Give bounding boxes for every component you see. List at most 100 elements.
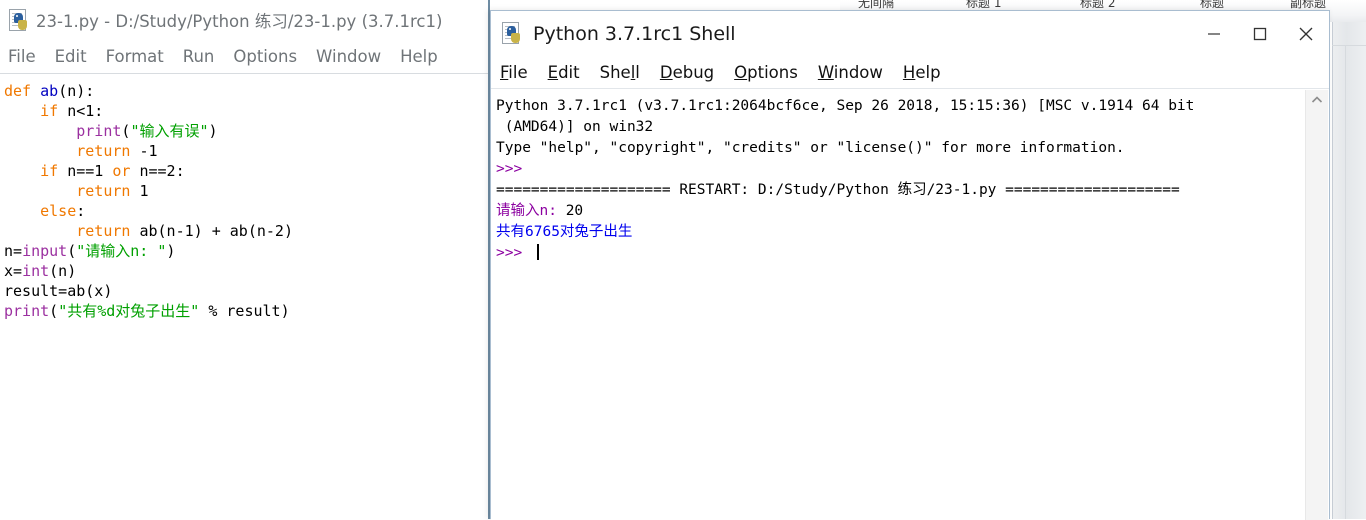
code-token: (n): xyxy=(58,82,95,100)
shell-token: Type "help", "copyright", "credits" or "… xyxy=(496,140,1125,156)
editor-menu-window[interactable]: Window xyxy=(316,47,381,66)
shell-token: Python 3.7.1rc1 (v3.7.1rc1:2064bcf6ce, S… xyxy=(496,98,1195,114)
code-token: % result) xyxy=(199,302,290,320)
minimize-button[interactable] xyxy=(1191,11,1237,57)
close-button[interactable] xyxy=(1283,11,1329,57)
editor-menu-edit[interactable]: Edit xyxy=(55,47,87,66)
shell-menu-edit[interactable]: Edit xyxy=(548,63,580,82)
code-token: return xyxy=(76,142,131,160)
shell-token: >>> xyxy=(496,161,531,177)
shell-menu-bar[interactable]: File Edit Shell Debug Options Window Help xyxy=(491,57,1329,89)
code-token: def xyxy=(4,82,32,100)
shell-token: 请输入n: xyxy=(496,203,566,219)
code-token: ab xyxy=(40,82,59,100)
code-line: return 1 xyxy=(4,181,488,201)
shell-menu-window[interactable]: Window xyxy=(818,63,883,82)
shell-line: ==================== RESTART: D:/Study/P… xyxy=(496,180,1306,201)
idle-file-icon xyxy=(8,9,30,31)
code-token: : xyxy=(76,202,86,220)
shell-line: 共有6765对兔子出生 xyxy=(496,222,1306,243)
shell-token: >>> xyxy=(496,245,531,261)
code-token: ( xyxy=(49,302,59,320)
code-token: or xyxy=(112,162,131,180)
code-token: ab(n-1) + ab(n-2) xyxy=(130,222,293,240)
code-token: print xyxy=(76,122,122,140)
maximize-icon xyxy=(1253,27,1267,41)
shell-output-area[interactable]: Python 3.7.1rc1 (v3.7.1rc1:2064bcf6ce, S… xyxy=(491,90,1306,520)
code-token: if xyxy=(40,162,59,180)
code-line: result=ab(x) xyxy=(4,281,488,301)
code-token: input xyxy=(22,242,68,260)
close-icon xyxy=(1299,27,1313,41)
code-token: return xyxy=(76,182,131,200)
code-token: (n) xyxy=(49,262,77,280)
code-line: def ab(n): xyxy=(4,81,488,101)
code-token: return xyxy=(76,222,131,240)
code-token: -1 xyxy=(130,142,158,160)
shell-menu-shell[interactable]: Shell xyxy=(600,63,640,82)
code-line: return ab(n-1) + ab(n-2) xyxy=(4,221,488,241)
code-token: 1 xyxy=(130,182,149,200)
scroll-up-button[interactable] xyxy=(1306,90,1328,110)
code-token: print xyxy=(4,302,50,320)
code-line: return -1 xyxy=(4,141,488,161)
code-line: if n==1 or n==2: xyxy=(4,161,488,181)
code-token: n==1 xyxy=(58,162,113,180)
code-token: else xyxy=(40,202,77,220)
shell-menu-file[interactable]: File xyxy=(500,63,528,82)
editor-menu-bar[interactable]: File Edit Format Run Options Window Help xyxy=(0,40,488,74)
editor-menu-file[interactable]: File xyxy=(8,47,36,66)
code-token: "共有%d对兔子出生" xyxy=(58,302,200,320)
chevron-up-icon xyxy=(1311,96,1323,103)
shell-menu-help[interactable]: Help xyxy=(903,63,941,82)
code-line: x=int(n) xyxy=(4,261,488,281)
shell-line: >>> xyxy=(496,159,1306,180)
shell-menu-debug[interactable]: Debug xyxy=(660,63,714,82)
maximize-button[interactable] xyxy=(1237,11,1283,57)
shell-line: >>> xyxy=(496,243,1306,264)
minimize-icon xyxy=(1208,33,1220,35)
editor-menu-options[interactable]: Options xyxy=(233,47,297,66)
shell-title-bar[interactable]: Python 3.7.1rc1 Shell xyxy=(491,11,1329,57)
shell-vertical-scrollbar[interactable] xyxy=(1305,90,1328,520)
editor-title-bar[interactable]: 23-1.py - D:/Study/Python 练习/23-1.py (3.… xyxy=(0,0,488,40)
code-token: ) xyxy=(166,242,176,260)
shell-menu-options[interactable]: Options xyxy=(734,63,798,82)
shell-token: ==================== RESTART: D:/Study/P… xyxy=(496,182,1180,198)
shell-token: (AMD64)] on win32 xyxy=(496,119,654,135)
shell-token: 共有6765对兔子出生 xyxy=(496,224,633,240)
shell-line: Type "help", "copyright", "credits" or "… xyxy=(496,138,1306,159)
code-token: "输入有误" xyxy=(130,122,209,140)
code-token: ( xyxy=(67,242,77,260)
code-line: else: xyxy=(4,201,488,221)
code-line: if n<1: xyxy=(4,101,488,121)
code-token: n<1: xyxy=(58,102,104,120)
python-shell-window[interactable]: Python 3.7.1rc1 Shell File Edit Shell Debug… xyxy=(490,10,1330,520)
editor-window-title: 23-1.py - D:/Study/Python 练习/23-1.py (3.… xyxy=(36,12,443,31)
editor-menu-format[interactable]: Format xyxy=(106,47,164,66)
code-token: n==2: xyxy=(130,162,185,180)
shell-token: 20 xyxy=(565,203,584,219)
code-token: "请输入n: " xyxy=(76,242,167,260)
code-token: x= xyxy=(4,262,23,280)
code-line: print("输入有误") xyxy=(4,121,488,141)
background-divider-3 xyxy=(1332,45,1366,46)
editor-menu-run[interactable]: Run xyxy=(183,47,215,66)
background-divider-2 xyxy=(1345,45,1346,519)
editor-code-area[interactable]: def ab(n): if n<1: print("输入有误") return … xyxy=(0,75,488,519)
editor-menu-help[interactable]: Help xyxy=(400,47,438,66)
shell-line: Python 3.7.1rc1 (v3.7.1rc1:2064bcf6ce, S… xyxy=(496,96,1306,117)
window-controls[interactable] xyxy=(1191,11,1329,57)
idle-editor-window[interactable]: 23-1.py - D:/Study/Python 练习/23-1.py (3.… xyxy=(0,0,490,519)
code-line: print("共有%d对兔子出生" % result) xyxy=(4,301,488,321)
code-token: ) xyxy=(208,122,218,140)
background-right-panel xyxy=(1332,22,1366,519)
